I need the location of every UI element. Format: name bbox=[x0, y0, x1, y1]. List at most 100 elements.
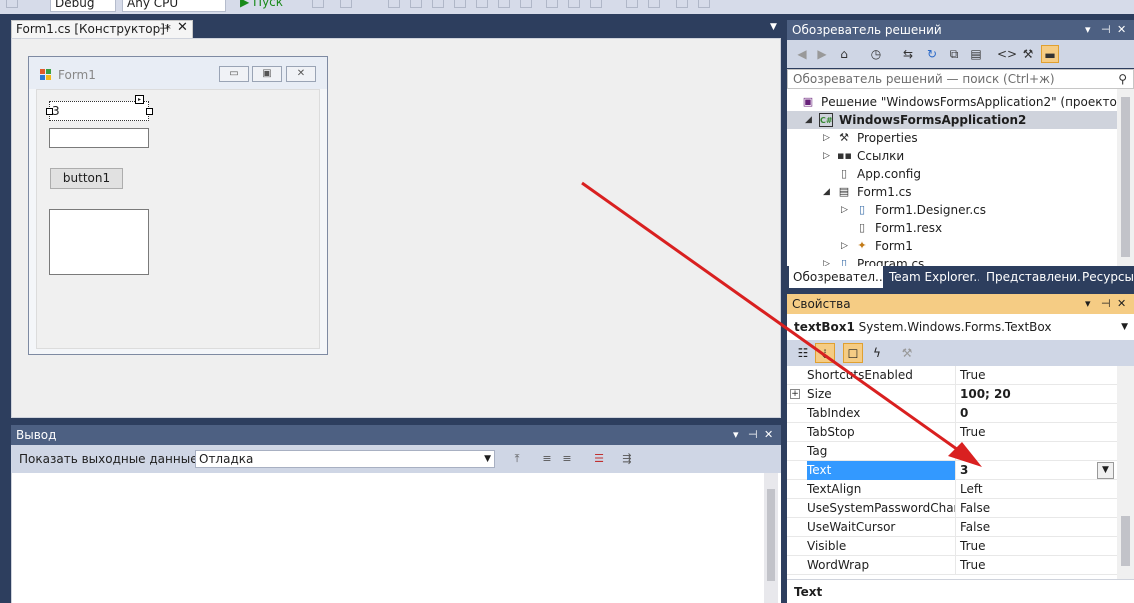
expand-icon[interactable]: + bbox=[790, 389, 800, 399]
textbox1[interactable]: 3 bbox=[49, 101, 149, 121]
collapse-all-icon[interactable]: ⧉ bbox=[945, 45, 963, 63]
property-row[interactable]: TextAlign Left bbox=[787, 480, 1117, 499]
property-value[interactable]: False bbox=[955, 518, 1117, 537]
output-text-area[interactable] bbox=[11, 473, 781, 603]
tree-expander-icon[interactable]: ◢ bbox=[805, 111, 815, 129]
history-icon[interactable]: ◷ bbox=[867, 45, 885, 63]
tree-node[interactable]: ▯ App.config bbox=[787, 165, 1117, 183]
pin-icon[interactable]: ⊣ bbox=[159, 21, 169, 37]
toolbar-icon[interactable] bbox=[698, 0, 710, 8]
pin-icon[interactable]: ⊣ bbox=[748, 425, 758, 445]
property-pages-icon[interactable]: ⚒ bbox=[897, 343, 917, 363]
close-button[interactable]: ✕ bbox=[286, 66, 316, 82]
tree-expander-icon[interactable]: ▷ bbox=[823, 147, 833, 165]
properties-icon[interactable]: ☐ bbox=[843, 343, 863, 363]
chevron-down-icon[interactable]: ▼ bbox=[1097, 462, 1114, 479]
property-value[interactable]: 3 bbox=[955, 461, 1117, 480]
next-message-icon[interactable]: ≡ bbox=[559, 451, 575, 467]
start-button[interactable]: ▶ Пуск bbox=[240, 0, 283, 12]
search-icon[interactable]: ⚲ bbox=[1118, 70, 1127, 88]
property-value[interactable] bbox=[955, 442, 1117, 461]
property-grid[interactable]: ShortcutsEnabled True + Size 100; 20 TabIndex… bbox=[787, 366, 1134, 579]
scrollbar-thumb[interactable] bbox=[767, 489, 775, 581]
property-row[interactable]: UseSystemPasswordChar False bbox=[787, 499, 1117, 518]
chevron-down-icon[interactable]: ▾ bbox=[1085, 20, 1091, 40]
forward-icon[interactable]: ▶ bbox=[813, 45, 831, 63]
word-wrap-icon[interactable]: ⇶ bbox=[619, 451, 635, 467]
scrollbar-thumb[interactable] bbox=[1121, 97, 1130, 257]
home-icon[interactable]: ⌂ bbox=[835, 45, 853, 63]
tree-node[interactable]: ▷ ▯ Program.cs bbox=[787, 255, 1117, 266]
output-source-select[interactable]: Отладка ▼ bbox=[195, 450, 495, 468]
solution-search-input[interactable]: Обозреватель решений — поиск (Ctrl+ж) ⚲ bbox=[787, 69, 1134, 89]
minimize-button[interactable]: ▭ bbox=[219, 66, 249, 82]
tree-expander-icon[interactable]: ▷ bbox=[823, 255, 833, 266]
toolbar-icon[interactable] bbox=[340, 0, 352, 8]
tree-node[interactable]: ▷ ▯ Form1.Designer.cs bbox=[787, 201, 1117, 219]
events-icon[interactable]: ϟ bbox=[867, 343, 887, 363]
toolbar-icon[interactable] bbox=[546, 0, 558, 8]
sync-icon[interactable]: ⇆ bbox=[899, 45, 917, 63]
property-value[interactable]: True bbox=[955, 366, 1117, 385]
property-grid-scrollbar[interactable] bbox=[1117, 366, 1134, 579]
show-all-files-icon[interactable]: ▤ bbox=[967, 45, 985, 63]
toolbar-icon[interactable] bbox=[476, 0, 488, 8]
maximize-button[interactable]: ▣ bbox=[252, 66, 282, 82]
toolbar-icon[interactable] bbox=[568, 0, 580, 8]
back-icon[interactable] bbox=[6, 0, 18, 8]
platform-dropdown[interactable]: Any CPU bbox=[122, 0, 226, 12]
textbox3-multiline[interactable] bbox=[49, 209, 149, 275]
property-value[interactable]: 0 bbox=[955, 404, 1117, 423]
close-icon[interactable]: ✕ bbox=[764, 425, 773, 445]
tree-node[interactable]: ▷ ▪▪ Ссылки bbox=[787, 147, 1117, 165]
form-window[interactable]: Form1 ▭ ▣ ✕ 3 ▸ button1 bbox=[28, 56, 328, 355]
toolbar-icon[interactable] bbox=[498, 0, 510, 8]
close-icon[interactable]: ✕ bbox=[1117, 294, 1126, 314]
pin-icon[interactable]: ⊣ bbox=[1101, 20, 1111, 40]
property-value[interactable]: False bbox=[955, 499, 1117, 518]
toolbar-icon[interactable] bbox=[590, 0, 602, 8]
tree-expander-icon[interactable]: ▷ bbox=[841, 237, 851, 255]
tree-node[interactable]: ◢ ▤ Form1.cs bbox=[787, 183, 1117, 201]
resize-handle-right[interactable] bbox=[146, 108, 153, 115]
toolbar-icon[interactable] bbox=[648, 0, 660, 8]
back-icon[interactable]: ◀ bbox=[793, 45, 811, 63]
configuration-dropdown[interactable]: Debug bbox=[50, 0, 116, 12]
tree-expander-icon[interactable]: ▷ bbox=[823, 129, 833, 147]
tree-node[interactable]: ▷ ⚒ Properties bbox=[787, 129, 1117, 147]
output-scrollbar[interactable] bbox=[764, 473, 778, 603]
tab-solution-explorer[interactable]: Обозревател... bbox=[789, 266, 883, 288]
toolbar-icon[interactable] bbox=[410, 0, 422, 8]
property-value[interactable]: Left bbox=[955, 480, 1117, 499]
tree-node[interactable]: ▣ Решение "WindowsFormsApplication2" (про… bbox=[787, 93, 1134, 111]
solution-tree-scrollbar[interactable] bbox=[1117, 89, 1134, 266]
chevron-down-icon[interactable]: ▼ bbox=[770, 22, 777, 32]
refresh-icon[interactable]: ↻ bbox=[923, 45, 941, 63]
categorized-icon[interactable]: ☷ bbox=[793, 343, 813, 363]
button1[interactable]: button1 bbox=[50, 168, 123, 189]
toolbar-icon[interactable] bbox=[520, 0, 532, 8]
preview-icon[interactable]: ▬ bbox=[1041, 45, 1059, 63]
goto-icon[interactable]: ⤒ bbox=[509, 451, 525, 467]
alphabetical-icon[interactable]: ⇣ bbox=[815, 343, 835, 363]
property-row[interactable]: Tag bbox=[787, 442, 1117, 461]
property-value[interactable]: 100; 20 bbox=[955, 385, 1117, 404]
tab-form1-designer[interactable]: Form1.cs [Конструктор]* ⊣ ✕ bbox=[11, 20, 193, 38]
property-row[interactable]: ShortcutsEnabled True bbox=[787, 366, 1117, 385]
tab-team-explorer[interactable]: Team Explorer... bbox=[885, 266, 979, 288]
property-row[interactable]: Visible True bbox=[787, 537, 1117, 556]
chevron-down-icon[interactable]: ▼ bbox=[1121, 314, 1128, 340]
chevron-down-icon[interactable]: ▾ bbox=[1085, 294, 1091, 314]
solution-tree[interactable]: ▣ Решение "WindowsFormsApplication2" (про… bbox=[787, 89, 1134, 266]
close-icon[interactable]: ✕ bbox=[1117, 20, 1126, 40]
toolbar-icon[interactable] bbox=[626, 0, 638, 8]
toolbar-icon[interactable] bbox=[676, 0, 688, 8]
tree-node[interactable]: ▷ ✦ Form1 bbox=[787, 237, 1117, 255]
prev-message-icon[interactable]: ≡ bbox=[539, 451, 555, 467]
designer-surface[interactable]: Form1 ▭ ▣ ✕ 3 ▸ button1 bbox=[11, 38, 781, 418]
properties-object-selector[interactable]: textBox1 System.Windows.Forms.TextBox ▼ bbox=[787, 314, 1134, 340]
view-code-icon[interactable]: <> bbox=[997, 45, 1017, 63]
property-row[interactable]: UseWaitCursor False bbox=[787, 518, 1117, 537]
tab-class-view[interactable]: Представлени... bbox=[982, 266, 1080, 288]
tree-node[interactable]: ◢ C# WindowsFormsApplication2 bbox=[787, 111, 1117, 129]
